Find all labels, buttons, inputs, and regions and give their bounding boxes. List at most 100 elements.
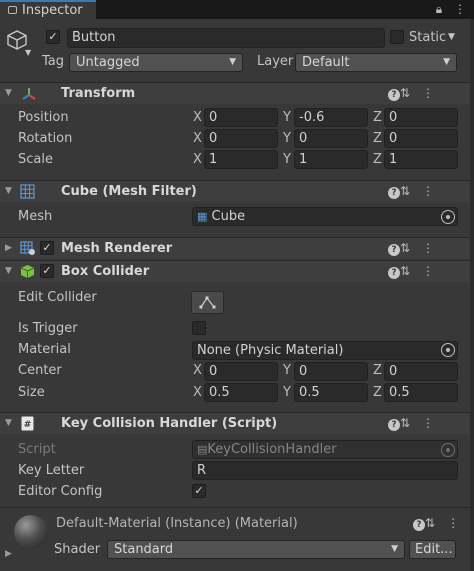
- size-y-field[interactable]: 0.5: [294, 383, 368, 402]
- help-icon[interactable]: ?: [387, 267, 400, 279]
- preset-icon[interactable]: ⇅: [400, 241, 422, 255]
- help-icon[interactable]: ?: [387, 419, 400, 431]
- component-icons: ? ⇅⋮: [387, 241, 446, 256]
- chevron-down-icon: ▼: [391, 544, 398, 554]
- position-label: Position: [18, 110, 69, 125]
- script-field: ▤KeyCollisionHandler: [192, 440, 458, 459]
- kebab-menu-icon[interactable]: ⋮: [447, 516, 471, 530]
- kebab-menu-icon[interactable]: ⋮: [454, 2, 466, 16]
- kebab-menu-icon[interactable]: ⋮: [422, 184, 446, 198]
- tag-value: Untagged: [76, 55, 140, 70]
- axis-x: X: [193, 385, 202, 400]
- axis-x: X: [193, 363, 202, 378]
- rotation-label: Rotation: [18, 131, 73, 146]
- is-trigger-checkbox[interactable]: [192, 321, 206, 335]
- inspector-tab-icon: [8, 6, 17, 14]
- foldout-arrow-icon[interactable]: ▼: [5, 88, 12, 98]
- help-icon[interactable]: ?: [387, 187, 400, 199]
- help-icon[interactable]: ?: [387, 89, 400, 101]
- edit-shader-label: Edit...: [415, 542, 453, 557]
- preset-icon[interactable]: ⇅: [400, 416, 422, 430]
- center-y-field[interactable]: 0: [294, 362, 368, 381]
- mesh-filter-title: Cube (Mesh Filter): [61, 184, 197, 199]
- position-x-field[interactable]: 0: [204, 108, 278, 127]
- component-icons: ? ⇅⋮: [387, 184, 446, 199]
- object-picker-icon[interactable]: [441, 210, 455, 224]
- shader-dropdown[interactable]: Standard ▼: [107, 540, 405, 559]
- size-x-field[interactable]: 0.5: [204, 383, 278, 402]
- script-component-header[interactable]: ▼ # Key Collision Handler (Script) ? ⇅⋮: [0, 412, 474, 434]
- axis-z: Z: [373, 110, 382, 125]
- editor-config-checkbox[interactable]: ✓: [192, 484, 206, 498]
- axis-x: X: [193, 110, 202, 125]
- kebab-menu-icon[interactable]: ⋮: [422, 86, 446, 100]
- axis-y: Y: [283, 385, 291, 400]
- transform-header[interactable]: ▼ Transform ? ⇅⋮: [0, 82, 474, 104]
- preset-icon[interactable]: ⇅: [400, 184, 422, 198]
- script-value: KeyCollisionHandler: [207, 442, 337, 457]
- foldout-arrow-icon[interactable]: ▼: [5, 266, 12, 276]
- mesh-field[interactable]: ▦ Cube: [192, 207, 458, 226]
- size-label: Size: [18, 385, 45, 400]
- size-z-field[interactable]: 0.5: [384, 383, 458, 402]
- box-collider-enabled-checkbox[interactable]: ✓: [40, 264, 54, 278]
- foldout-arrow-icon[interactable]: ▼: [5, 186, 12, 196]
- mesh-renderer-enabled-checkbox[interactable]: ✓: [40, 241, 54, 255]
- active-checkbox[interactable]: ✓: [46, 30, 60, 44]
- edit-collider-label: Edit Collider: [18, 290, 97, 305]
- gameobject-icon-dropdown[interactable]: ▼: [25, 48, 31, 57]
- layer-label: Layer: [257, 54, 294, 69]
- edit-shader-button[interactable]: Edit...: [409, 540, 456, 559]
- box-collider-header[interactable]: ▼ ✓ Box Collider ? ⇅⋮: [0, 260, 474, 282]
- chevron-down-icon: ▼: [229, 57, 236, 67]
- kebab-menu-icon[interactable]: ⋮: [422, 241, 446, 255]
- tab-inspector[interactable]: Inspector: [0, 0, 96, 19]
- tab-bar: Inspector 🔒︎ ⋮: [0, 0, 474, 19]
- scale-z-field[interactable]: 1: [384, 150, 458, 169]
- key-letter-field[interactable]: R: [192, 461, 458, 480]
- static-label: Static: [409, 30, 447, 45]
- center-z-field[interactable]: 0: [384, 362, 458, 381]
- position-y-field[interactable]: -0.6: [294, 108, 368, 127]
- scale-x-field[interactable]: 1: [204, 150, 278, 169]
- mesh-renderer-header[interactable]: ▶ ✓ Mesh Renderer ? ⇅⋮: [0, 237, 474, 259]
- axis-x: X: [193, 152, 202, 167]
- help-icon[interactable]: ?: [413, 519, 425, 531]
- axis-z: Z: [373, 152, 382, 167]
- preset-icon[interactable]: ⇅: [425, 516, 447, 530]
- static-dropdown-icon[interactable]: ▼: [448, 32, 455, 42]
- axis-y: Y: [283, 131, 291, 146]
- scale-y-field[interactable]: 1: [294, 150, 368, 169]
- axis-y: Y: [283, 363, 291, 378]
- foldout-arrow-icon[interactable]: ▼: [5, 418, 12, 428]
- lock-icon[interactable]: 🔒︎: [436, 2, 442, 16]
- rotation-z-field[interactable]: 0: [384, 129, 458, 148]
- layer-dropdown[interactable]: Default ▼: [295, 53, 457, 72]
- rotation-y-field[interactable]: 0: [294, 129, 368, 148]
- object-picker-icon[interactable]: [441, 343, 455, 357]
- kebab-menu-icon[interactable]: ⋮: [422, 416, 446, 430]
- scale-label: Scale: [18, 152, 53, 167]
- scrollbar[interactable]: [470, 19, 474, 571]
- shader-value: Standard: [114, 542, 174, 557]
- kebab-menu-icon[interactable]: ⋮: [422, 264, 446, 278]
- help-icon[interactable]: ?: [387, 244, 400, 256]
- tag-dropdown[interactable]: Untagged ▼: [69, 53, 243, 72]
- position-z-field[interactable]: 0: [384, 108, 458, 127]
- edit-collider-button[interactable]: [191, 291, 224, 314]
- preset-icon[interactable]: ⇅: [400, 86, 422, 100]
- object-name-field[interactable]: Button: [67, 28, 385, 48]
- foldout-arrow-icon[interactable]: ▶: [5, 243, 12, 253]
- mesh-filter-header[interactable]: ▼ Cube (Mesh Filter) ? ⇅⋮: [0, 180, 474, 202]
- center-x-field[interactable]: 0: [204, 362, 278, 381]
- material-preview-icon: [14, 515, 48, 549]
- physic-material-field[interactable]: None (Physic Material): [192, 341, 458, 360]
- center-label: Center: [18, 363, 62, 378]
- rotation-x-field[interactable]: 0: [204, 129, 278, 148]
- box-collider-icon: [20, 264, 35, 283]
- static-checkbox[interactable]: [390, 30, 404, 44]
- preset-icon[interactable]: ⇅: [400, 264, 422, 278]
- component-icons: ? ⇅⋮: [387, 416, 446, 431]
- foldout-arrow-icon[interactable]: ▶: [5, 549, 12, 559]
- material-label: Material: [18, 342, 71, 357]
